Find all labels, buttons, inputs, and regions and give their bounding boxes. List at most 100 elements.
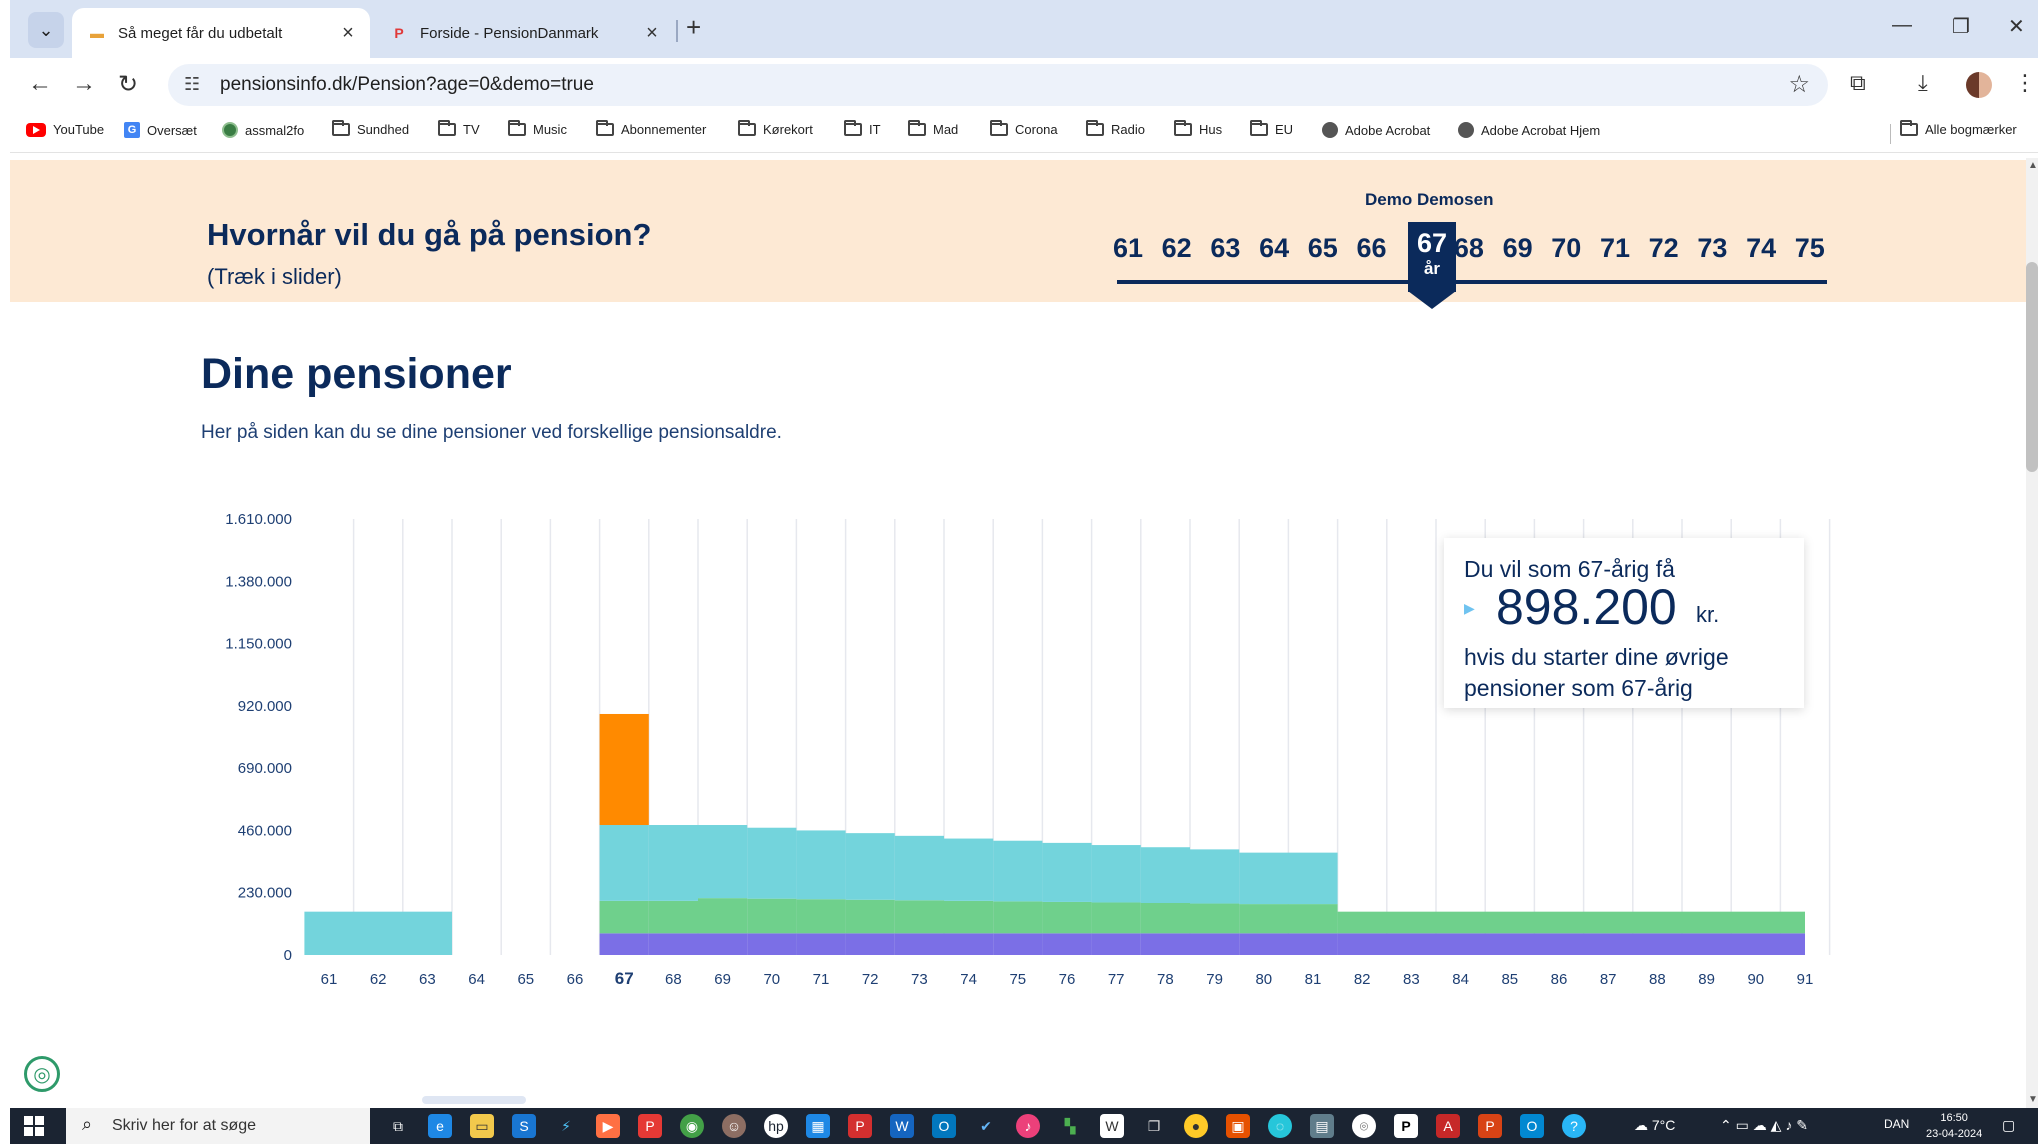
tooltip-amount: 898.200 (1496, 579, 1677, 635)
tray-icons[interactable]: ⌃ ▭ ☁ ◭ ♪ ✎ (1720, 1117, 1808, 1134)
chart-segment-green (894, 900, 944, 934)
restore-icon[interactable]: ❐ (1952, 14, 1970, 39)
bookmark-folder-hus[interactable]: Hus (1174, 120, 1222, 137)
accessibility-icon[interactable]: ◎ (24, 1056, 60, 1092)
minimize-icon[interactable]: — (1892, 14, 1912, 37)
help-icon[interactable]: ? (1562, 1114, 1586, 1138)
address-bar[interactable]: ☷ pensionsinfo.dk/Pension?age=0&demo=tru… (168, 64, 1828, 106)
close-tab-icon[interactable]: × (638, 22, 666, 45)
taskbar-search[interactable]: ⌕ Skriv her for at søge (66, 1108, 370, 1144)
acrobat-icon[interactable]: A (1436, 1114, 1460, 1138)
bookmark-assmal2fo[interactable]: assmal2fo (222, 122, 304, 138)
calculator-icon[interactable]: ▤ (1310, 1114, 1334, 1138)
files-icon[interactable]: ❐ (1142, 1114, 1166, 1138)
bookmark-folder-eu[interactable]: EU (1250, 120, 1293, 137)
back-arrow-icon[interactable]: ← (28, 70, 52, 98)
bookmark-folder-tv[interactable]: TV (438, 120, 480, 137)
bookmark-adobe-acrobat[interactable]: Adobe Acrobat (1322, 122, 1430, 138)
bookmark-youtube[interactable]: YouTube (26, 122, 104, 137)
profile-avatar[interactable] (1966, 72, 1992, 98)
close-window-icon[interactable]: ✕ (2008, 14, 2025, 39)
clock[interactable]: 16:50 23-04-2024 (1926, 1110, 1982, 1142)
media-player-icon[interactable]: ▶ (596, 1114, 620, 1138)
bookmark-folder-it[interactable]: IT (844, 120, 881, 137)
notifications-icon[interactable]: ▢ (2002, 1117, 2015, 1134)
tooltip-description: hvis du starter dine øvrige pensioner so… (1464, 644, 1729, 701)
tab-inactive[interactable]: P Forside - PensionDanmark × (374, 8, 674, 58)
bookmark-folder-abonnementer[interactable]: Abonnementer (596, 120, 706, 137)
folder-icon (1174, 120, 1192, 136)
weather-icon: ☁ (1634, 1117, 1648, 1133)
chart-segment-green (698, 898, 748, 934)
calendar-icon[interactable]: ▦ (806, 1114, 830, 1138)
app-icon[interactable]: ● (1184, 1114, 1208, 1138)
scroll-down-icon[interactable]: ▼ (2028, 1094, 2038, 1105)
bookmark-translate[interactable]: G Oversæt (124, 122, 197, 138)
hp-icon[interactable]: hp (764, 1114, 788, 1138)
x-tick-label: 68 (665, 971, 682, 988)
todo-icon[interactable]: ✔ (974, 1114, 998, 1138)
pdf-tool-icon[interactable]: P (638, 1114, 662, 1138)
powerpoint-icon[interactable]: P (1478, 1114, 1502, 1138)
app-icon[interactable]: ▣ (1226, 1114, 1250, 1138)
folder-icon (1900, 120, 1918, 136)
extensions-icon[interactable]: ⧉ (1850, 70, 1866, 96)
all-bookmarks-button[interactable]: Alle bogmærker (1900, 120, 2017, 137)
x-tick-label: 67 (615, 969, 634, 988)
x-tick-label: 88 (1649, 971, 1666, 988)
edge-icon[interactable]: e (428, 1114, 452, 1138)
outlook-icon[interactable]: O (1520, 1114, 1544, 1138)
input-language[interactable]: DAN (1884, 1117, 1909, 1131)
tab-search-button[interactable]: ⌄ (28, 12, 64, 48)
x-tick-label: 86 (1551, 971, 1568, 988)
close-tab-icon[interactable]: × (334, 22, 362, 45)
x-tick-label: 61 (321, 971, 338, 988)
horizontal-scroll-indicator[interactable] (422, 1096, 526, 1104)
chart-segment-green (747, 898, 797, 934)
scrollbar-thumb[interactable] (2026, 262, 2038, 472)
bookmark-folder-mad[interactable]: Mad (908, 120, 958, 137)
wikipedia-icon[interactable]: W (1100, 1114, 1124, 1138)
bookmark-folder-korekort[interactable]: Kørekort (738, 120, 813, 137)
tab-active[interactable]: ▬ Så meget får du udbetalt × (72, 8, 370, 58)
app-grid-icon[interactable]: ▚ (1058, 1114, 1082, 1138)
chart-segment-green (1239, 904, 1338, 934)
windows-start-icon[interactable] (24, 1116, 44, 1136)
weather-widget[interactable]: ☁ 7°C (1634, 1117, 1675, 1134)
file-explorer-icon[interactable]: ▭ (470, 1114, 494, 1138)
app-icon[interactable]: ◌ (1268, 1114, 1292, 1138)
chart-segment-purple (894, 933, 944, 955)
outlook-icon[interactable]: O (932, 1114, 956, 1138)
site-settings-icon[interactable]: ☷ (184, 74, 200, 95)
bookmark-folder-music[interactable]: Music (508, 120, 567, 137)
app-icon[interactable]: ☺ (722, 1114, 746, 1138)
task-view-icon[interactable]: ⧉ (386, 1114, 410, 1138)
word-icon[interactable]: W (890, 1114, 914, 1138)
bookmark-folder-corona[interactable]: Corona (990, 120, 1058, 137)
scroll-up-icon[interactable]: ▲ (2028, 160, 2038, 171)
p-app-icon[interactable]: P (1394, 1114, 1418, 1138)
chart-segment-cyan (944, 838, 994, 901)
forward-arrow-icon[interactable]: → (72, 70, 96, 98)
maps-icon[interactable]: ⌾ (1352, 1114, 1376, 1138)
download-icon[interactable]: ⤓ (1918, 70, 1928, 96)
bookmark-star-icon[interactable]: ☆ (1788, 70, 1810, 99)
chrome-icon[interactable]: ◉ (680, 1114, 704, 1138)
menu-kebab-icon[interactable]: ⋮ (2014, 70, 2036, 96)
itunes-icon[interactable]: ♪ (1016, 1114, 1040, 1138)
new-tab-button[interactable]: + (686, 12, 701, 43)
skype-icon[interactable]: S (512, 1114, 536, 1138)
power-automate-icon[interactable]: ⚡ (554, 1114, 578, 1138)
bookmark-folder-radio[interactable]: Radio (1086, 120, 1145, 137)
chart-segment-purple (1091, 933, 1141, 955)
folder-icon (332, 120, 350, 136)
reload-icon[interactable]: ↻ (118, 70, 138, 99)
chart-segment-cyan (648, 825, 698, 901)
globe-icon (1322, 122, 1338, 138)
y-tick-label: 920.000 (238, 698, 292, 715)
bookmark-adobe-acrobat-hjem[interactable]: Adobe Acrobat Hjem (1458, 122, 1600, 138)
chart-segment-cyan (698, 825, 748, 899)
bookmark-folder-sundhed[interactable]: Sundhed (332, 120, 409, 137)
url-text[interactable]: pensionsinfo.dk/Pension?age=0&demo=true (220, 74, 594, 96)
pdf-icon[interactable]: P (848, 1114, 872, 1138)
